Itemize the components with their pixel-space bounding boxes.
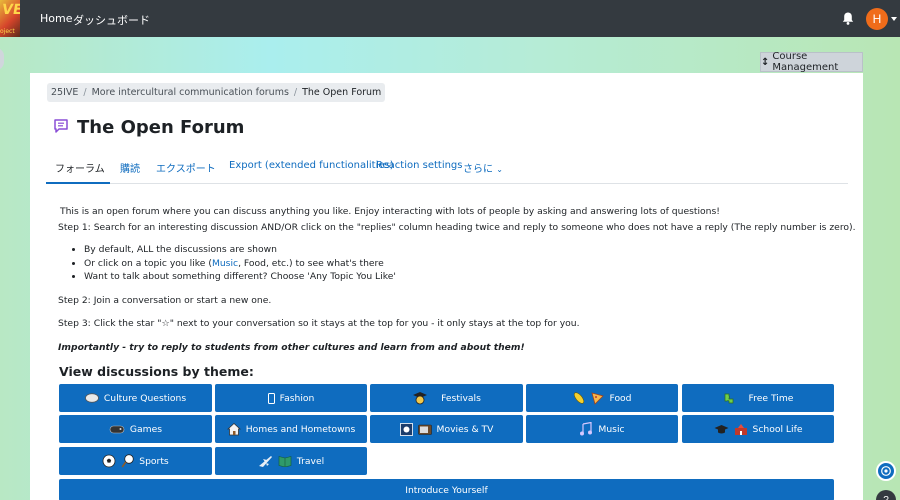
tab-more[interactable]: さらに ⌄: [463, 160, 503, 175]
chevron-down-icon: ⌄: [496, 165, 503, 174]
map-book-icon: [278, 455, 292, 467]
list-item: Or click on a topic you like (Music, Foo…: [84, 258, 396, 272]
help-icon[interactable]: [876, 461, 896, 481]
theme-label: Music: [598, 423, 625, 435]
phone-icon: [267, 392, 275, 404]
theme-school-life-button[interactable]: School Life: [682, 415, 834, 443]
tab-subscribe[interactable]: 購読: [120, 160, 140, 175]
intro-step-1: Step 1: Search for an interesting discus…: [58, 222, 856, 233]
theme-label: Fashion: [279, 392, 315, 404]
tab-more-label: さらに: [463, 164, 493, 175]
airplane-icon: [258, 454, 273, 468]
ping-pong-icon: [121, 454, 134, 468]
theme-label: Travel: [296, 455, 325, 467]
film-frame-icon: [399, 422, 413, 436]
user-menu-caret-icon[interactable]: [891, 17, 897, 21]
theme-music-button[interactable]: Music: [526, 415, 678, 443]
introduce-yourself-button[interactable]: Introduce Yourself: [59, 479, 834, 500]
notification-bell-icon[interactable]: [842, 12, 854, 25]
top-navbar: VE oject Home ダッシュボード H: [0, 0, 900, 37]
list-item: By default, ALL the discussions are show…: [84, 244, 396, 258]
tv-icon: [417, 423, 432, 435]
soccer-ball-icon: [102, 454, 116, 468]
theme-travel-button[interactable]: Travel: [215, 447, 367, 475]
theme-label: Introduce Yourself: [405, 484, 488, 496]
theme-label: Sports: [139, 455, 169, 467]
intro-step-2: Step 2: Join a conversation or start a n…: [58, 295, 272, 306]
graduation-cap-icon: [714, 424, 729, 435]
tab-reaction-settings[interactable]: Reaction settings: [376, 160, 463, 171]
theme-label: Free Time: [748, 392, 794, 404]
theme-sports-button[interactable]: Sports: [59, 447, 212, 475]
list-item: Want to talk about something different? …: [84, 271, 396, 285]
theme-culture-questions-button[interactable]: Culture Questions: [59, 384, 212, 412]
tab-export[interactable]: エクスポート: [156, 160, 216, 175]
music-link[interactable]: Music: [212, 258, 238, 269]
house-icon: [226, 422, 241, 436]
nav-home-link[interactable]: Home: [40, 12, 72, 25]
tab-forum[interactable]: フォーラム: [55, 160, 105, 175]
intro-important-note: Importantly - try to reply to students f…: [58, 342, 525, 353]
theme-festivals-button[interactable]: Festivals: [370, 384, 523, 412]
active-tab-indicator: [46, 182, 110, 184]
theme-heading: View discussions by theme:: [59, 364, 254, 379]
site-logo[interactable]: VE oject: [0, 0, 20, 37]
theme-label: Culture Questions: [103, 392, 187, 404]
updown-arrow-icon: ↕: [761, 56, 770, 68]
user-avatar[interactable]: H: [866, 8, 888, 30]
theme-label: Food: [609, 392, 632, 404]
music-notes-icon: [579, 422, 593, 436]
theme-food-button[interactable]: Food: [526, 384, 678, 412]
course-management-label: Course Management: [772, 51, 839, 73]
logo-mark: VE: [0, 2, 20, 18]
breadcrumb-separator: /: [83, 87, 87, 98]
theme-label: Homes and Hometowns: [245, 423, 356, 435]
logo-subtext: oject: [0, 28, 15, 35]
question-mark-icon[interactable]: ?: [876, 490, 896, 500]
puzzle-icon: [723, 392, 736, 405]
theme-label: Games: [129, 423, 163, 435]
list-item-text: , Food, etc.) to see what's there: [238, 257, 384, 269]
course-management-button[interactable]: ↕ Course Management: [760, 51, 863, 73]
theme-label: Festivals: [441, 392, 481, 404]
intro-step-3: Step 3: Click the star "☆" next to your …: [58, 318, 580, 329]
theme-label: School Life: [752, 423, 803, 435]
intro-line: This is an open forum where you can disc…: [60, 206, 720, 217]
intro-bullet-list: By default, ALL the discussions are show…: [84, 244, 396, 285]
breadcrumb-separator: /: [293, 87, 298, 98]
theme-fashion-button[interactable]: Fashion: [215, 384, 367, 412]
theme-games-button[interactable]: Games: [59, 415, 212, 443]
secondary-navigation-tabs: フォーラム 購読 エクスポート Export (extended functio…: [46, 155, 848, 184]
nav-dashboard-link[interactable]: ダッシュボード: [73, 12, 150, 28]
theme-label: Movies & TV: [436, 423, 494, 435]
lantern-icon: [412, 391, 428, 405]
forum-icon: [54, 119, 68, 133]
theme-free-time-button[interactable]: Free Time: [682, 384, 834, 412]
breadcrumb-item-section[interactable]: More intercultural communication forums: [92, 87, 289, 98]
page-title: The Open Forum: [77, 117, 245, 138]
school-building-icon: [734, 422, 748, 436]
corn-icon: [572, 391, 586, 405]
theme-movies-button[interactable]: Movies & TV: [370, 415, 523, 443]
list-item-text: Or click on a topic you like (: [84, 257, 212, 269]
breadcrumb-item-current: The Open Forum: [302, 87, 382, 98]
theme-homes-button[interactable]: Homes and Hometowns: [215, 415, 367, 443]
breadcrumb-item-course[interactable]: 25IVE: [51, 87, 78, 98]
speech-bubble-icon: [84, 393, 99, 403]
drawer-toggle-tab[interactable]: [0, 48, 4, 70]
tab-export-extended[interactable]: Export (extended functionalities): [229, 160, 394, 171]
game-controller-icon: [109, 424, 125, 435]
breadcrumb: 25IVE / More intercultural communication…: [47, 83, 386, 102]
pizza-icon: [591, 391, 605, 405]
